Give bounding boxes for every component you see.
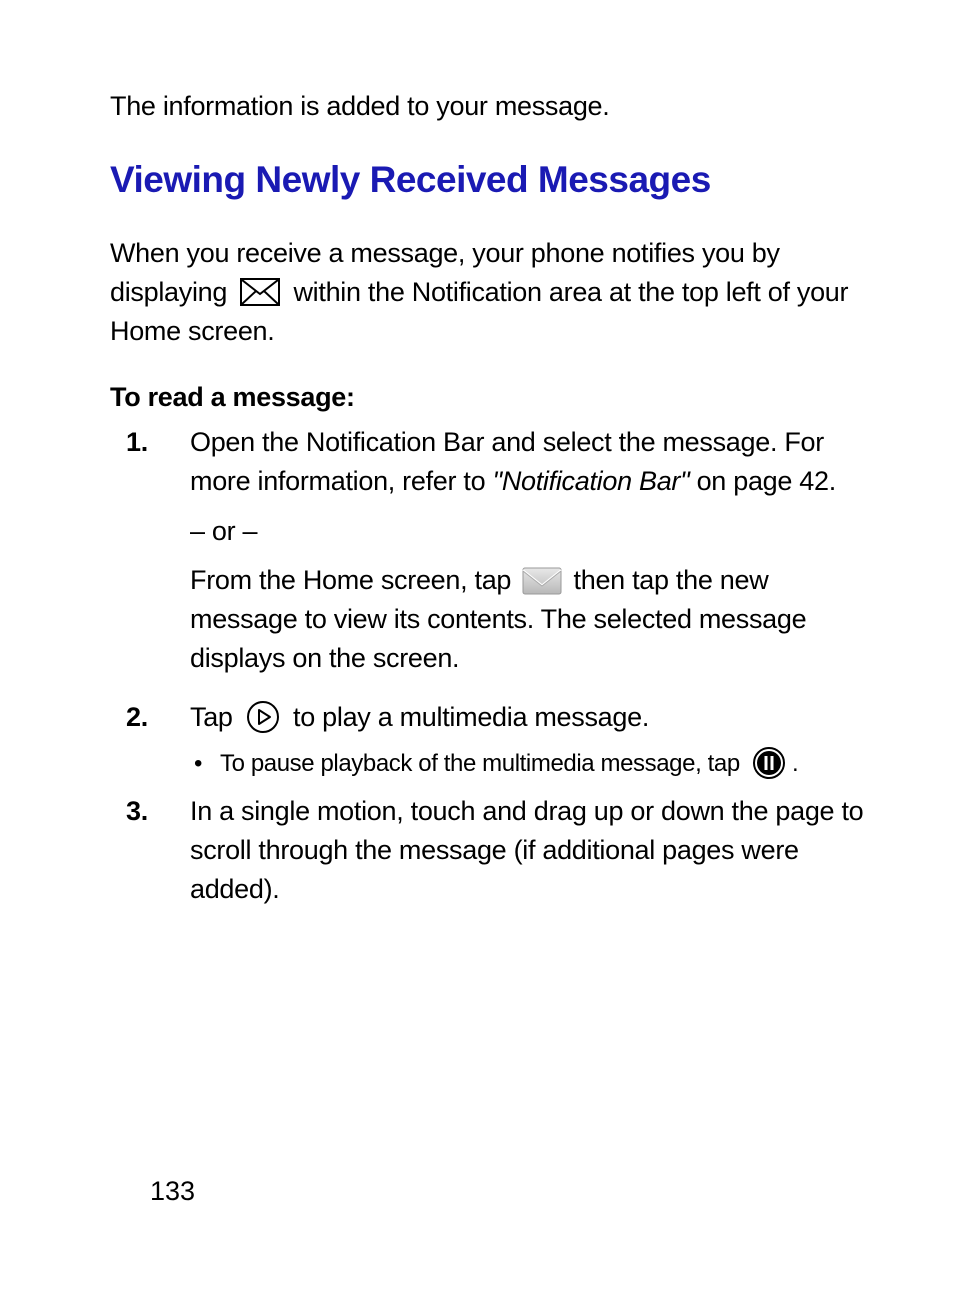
step1-alt-a: From the Home screen, tap bbox=[190, 565, 518, 595]
step-number: 1. bbox=[110, 423, 190, 688]
document-page: The information is added to your message… bbox=[0, 0, 954, 920]
step-number: 2. bbox=[110, 698, 190, 782]
messaging-app-icon bbox=[522, 565, 562, 595]
description-paragraph: When you receive a message, your phone n… bbox=[110, 234, 874, 351]
step-item: 1. Open the Notification Bar and select … bbox=[110, 423, 874, 688]
step1-or: – or – bbox=[190, 512, 874, 551]
sub-heading: To read a message: bbox=[110, 378, 874, 417]
intro-text: The information is added to your message… bbox=[110, 87, 874, 126]
bullet-text-a: To pause playback of the multimedia mess… bbox=[220, 750, 746, 777]
step2-text-a: Tap bbox=[190, 702, 240, 732]
page-number: 133 bbox=[150, 1176, 195, 1207]
step3-text: In a single motion, touch and drag up or… bbox=[190, 792, 874, 909]
step1-ref-italic: "Notification Bar" bbox=[493, 466, 690, 496]
step-item: 2. Tap to play a multimedia message. • bbox=[110, 698, 874, 782]
sub-bullet-item: • To pause playback of the multimedia me… bbox=[190, 747, 874, 782]
pause-icon bbox=[752, 746, 786, 780]
steps-list: 1. Open the Notification Bar and select … bbox=[110, 423, 874, 919]
step-body: Tap to play a multimedia message. • To p… bbox=[190, 698, 874, 782]
section-heading: Viewing Newly Received Messages bbox=[110, 153, 874, 207]
step1-text-c: on page 42. bbox=[689, 466, 836, 496]
step-item: 3. In a single motion, touch and drag up… bbox=[110, 792, 874, 919]
step2-text-b: to play a multimedia message. bbox=[293, 702, 649, 732]
envelope-outline-icon bbox=[240, 278, 280, 306]
bullet-text-b: . bbox=[792, 750, 798, 777]
step-number: 3. bbox=[110, 792, 190, 919]
play-icon bbox=[246, 700, 280, 734]
bullet-dot: • bbox=[190, 747, 220, 782]
step-body: In a single motion, touch and drag up or… bbox=[190, 792, 874, 919]
step-body: Open the Notification Bar and select the… bbox=[190, 423, 874, 688]
